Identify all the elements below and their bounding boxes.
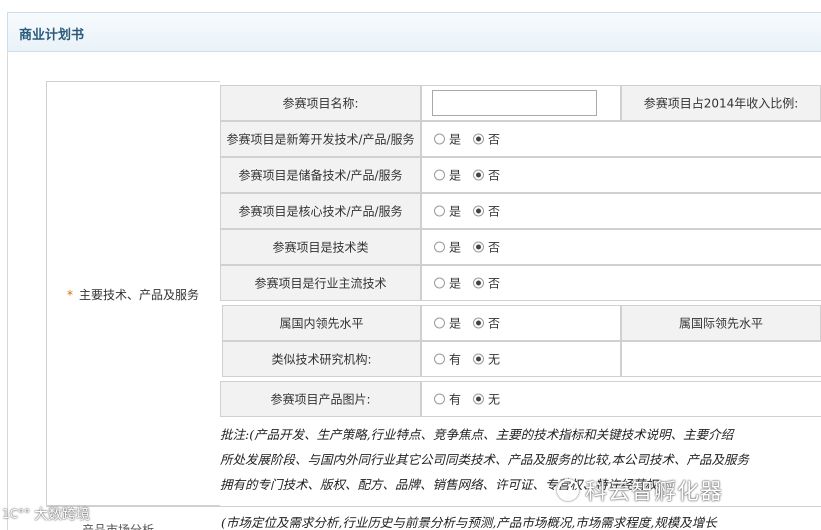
product-image-no-radio[interactable] — [473, 393, 485, 405]
new-tech-no-label: 否 — [488, 132, 501, 147]
new-tech-label-cell: 参赛项目是新筹开发技术/产品/服务 — [220, 121, 421, 157]
notes-line-3: 拥有的专门技术、版权、配方、品牌、销售网络、许可证、专营权、特许经营权 — [220, 477, 658, 492]
mainstream-no-label: 否 — [488, 276, 501, 291]
core-tech-value-cell: 是 否 — [421, 193, 821, 229]
notes-line-2: 所处发展阶段、与国内外同行业其它公司同类技术、产品及服务的比较,本公司技术、产品… — [220, 452, 749, 467]
core-tech-label: 参赛项目是核心技术/产品/服务 — [238, 204, 403, 219]
watermark-right-text: 科云智孵化器 — [585, 480, 724, 505]
revenue-ratio-label-cell: 参赛项目占2014年收入比例: — [621, 85, 821, 121]
product-image-yes-label: 有 — [449, 392, 462, 407]
reserve-tech-no-label: 否 — [488, 168, 501, 183]
reserve-tech-yes-label: 是 — [449, 168, 462, 183]
similar-inst-no-radio[interactable] — [473, 353, 485, 365]
core-tech-label-cell: 参赛项目是核心技术/产品/服务 — [220, 193, 421, 229]
mainstream-value-cell: 是 否 — [421, 265, 821, 301]
product-image-value-cell: 有 无 — [421, 381, 821, 417]
section-label-cell: * 主要技术、产品及服务 — [46, 81, 220, 506]
domestic-lead-yes-label: 是 — [449, 316, 462, 331]
similar-inst-no-label: 无 — [488, 352, 501, 367]
tech-type-label-cell: 参赛项目是技术类 — [220, 229, 421, 265]
similar-inst-yes-radio[interactable] — [434, 353, 445, 365]
market-analysis-label: 产品市场分析 — [82, 523, 155, 530]
mainstream-label-cell: 参赛项目是行业主流技术 — [220, 265, 421, 301]
market-analysis-note: (市场定位及需求分析,行业历史与前景分析与预测,产品市场概况,市场需求程度,规模… — [221, 515, 717, 530]
product-image-label: 参赛项目产品图片: — [270, 392, 371, 407]
similar-inst-value-cell: 有 无 — [421, 341, 621, 377]
mainstream-no-radio[interactable] — [473, 277, 485, 289]
similar-inst-empty-cell — [621, 341, 821, 377]
reserve-tech-yes-radio[interactable] — [434, 169, 445, 181]
tech-type-radio-group: 是 否 — [434, 239, 512, 256]
required-mark: * — [67, 288, 73, 302]
product-image-radio-group: 有 无 — [434, 391, 512, 408]
project-name-value-cell — [421, 85, 621, 121]
project-name-input[interactable] — [432, 90, 597, 116]
core-tech-yes-radio[interactable] — [434, 205, 445, 217]
mainstream-radio-group: 是 否 — [434, 275, 512, 292]
tech-type-yes-label: 是 — [449, 240, 462, 255]
product-image-no-label: 无 — [488, 392, 501, 407]
reserve-tech-label-cell: 参赛项目是储备技术/产品/服务 — [220, 157, 421, 193]
tech-type-label: 参赛项目是技术类 — [272, 240, 369, 255]
domestic-lead-yes-radio[interactable] — [434, 317, 445, 329]
tech-type-no-radio[interactable] — [473, 241, 485, 253]
core-tech-yes-label: 是 — [449, 204, 462, 219]
mainstream-yes-radio[interactable] — [434, 277, 445, 289]
domestic-lead-label: 属国内领先水平 — [279, 316, 364, 331]
project-name-label-cell: 参赛项目名称: — [220, 85, 421, 121]
similar-inst-yes-label: 有 — [449, 352, 462, 367]
page-title: 商业计划书 — [19, 28, 85, 43]
new-tech-value-cell: 是 否 — [421, 121, 821, 157]
similar-inst-label-cell: 类似技术研究机构: — [222, 341, 421, 377]
reserve-tech-label: 参赛项目是储备技术/产品/服务 — [238, 168, 403, 183]
core-tech-radio-group: 是 否 — [434, 203, 512, 220]
tech-type-value-cell: 是 否 — [421, 229, 821, 265]
watermark-left-logo: 1C°° — [2, 507, 31, 521]
notes-line-1: 批注:(产品开发、生产策略,行业特点、竞争焦点、主要的技术指标和关键技术说明、主… — [220, 427, 734, 442]
notes-block: 批注:(产品开发、生产策略,行业特点、竞争焦点、主要的技术指标和关键技术说明、主… — [220, 422, 821, 504]
reserve-tech-no-radio[interactable] — [473, 169, 485, 181]
reserve-tech-value-cell: 是 否 — [421, 157, 821, 193]
top-strip — [0, 0, 821, 12]
tech-type-no-label: 否 — [488, 240, 501, 255]
mainstream-yes-label: 是 — [449, 276, 462, 291]
watermark-logo-icon — [557, 479, 579, 501]
similar-inst-label: 类似技术研究机构: — [271, 352, 372, 367]
core-tech-no-label: 否 — [488, 204, 501, 219]
intl-lead-label-cell: 属国际领先水平 — [621, 305, 821, 341]
domestic-lead-no-label: 否 — [488, 316, 501, 331]
reserve-tech-radio-group: 是 否 — [434, 167, 512, 184]
intl-lead-label: 属国际领先水平 — [678, 316, 763, 331]
new-tech-label: 参赛项目是新筹开发技术/产品/服务 — [226, 132, 415, 147]
project-name-label: 参赛项目名称: — [282, 96, 359, 111]
similar-inst-radio-group: 有 无 — [434, 351, 512, 368]
domestic-lead-no-radio[interactable] — [473, 317, 485, 329]
section-label: * 主要技术、产品及服务 — [67, 286, 199, 303]
domestic-lead-value-cell: 是 否 — [421, 305, 621, 341]
market-analysis-row: 产品市场分析 (市场定位及需求分析,行业历史与前景分析与预测,产品市场概况,市场… — [46, 506, 821, 530]
domestic-lead-radio-group: 是 否 — [434, 315, 512, 332]
product-image-label-cell: 参赛项目产品图片: — [220, 381, 421, 417]
section-header: 商业计划书 — [7, 12, 821, 52]
watermark-right: 科云智孵化器 — [557, 474, 723, 506]
core-tech-no-radio[interactable] — [473, 205, 485, 217]
watermark-left: 1C°° 大数跨境 — [2, 504, 90, 524]
watermark-left-text: 大数跨境 — [34, 507, 91, 523]
revenue-ratio-label: 参赛项目占2014年收入比例: — [643, 96, 799, 111]
new-tech-radio-group: 是 否 — [434, 131, 512, 148]
new-tech-yes-radio[interactable] — [434, 133, 445, 145]
section-label-text: 主要技术、产品及服务 — [79, 288, 200, 302]
tech-type-yes-radio[interactable] — [434, 241, 445, 253]
product-image-yes-radio[interactable] — [434, 393, 445, 405]
mainstream-label: 参赛项目是行业主流技术 — [254, 276, 387, 291]
new-tech-yes-label: 是 — [449, 132, 462, 147]
new-tech-no-radio[interactable] — [473, 133, 485, 145]
domestic-lead-label-cell: 属国内领先水平 — [222, 305, 421, 341]
